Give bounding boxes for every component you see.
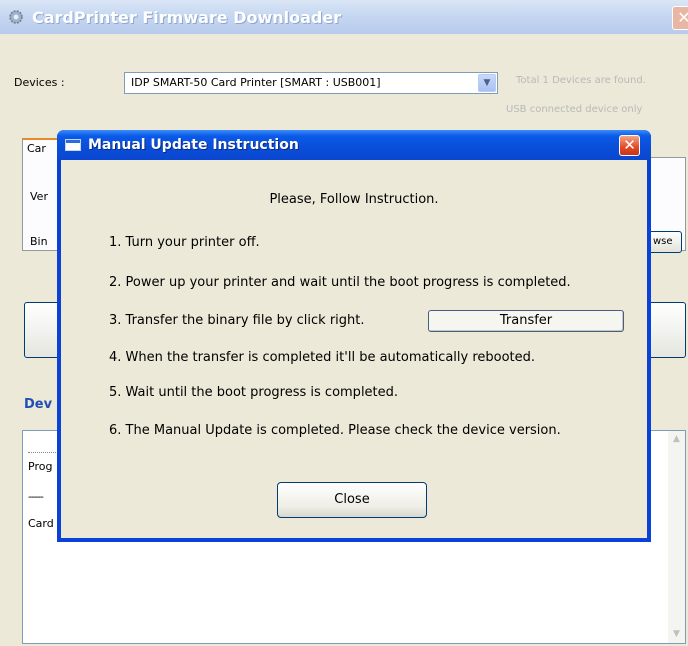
main-titlebar: CardPrinter Firmware Downloader ✕	[0, 0, 688, 34]
instruction-step-4: 4. When the transfer is completed it'll …	[109, 350, 536, 365]
instruction-heading: Please, Follow Instruction.	[269, 192, 439, 207]
instruction-step-3: 3. Transfer the binary file by click rig…	[109, 313, 365, 328]
device-count-text: Total 1 Devices are found.	[516, 75, 646, 86]
transfer-button[interactable]: Transfer	[428, 310, 624, 332]
binary-label: Bin	[30, 235, 48, 248]
gear-icon	[9, 10, 23, 24]
device-select-value: IDP SMART-50 Card Printer [SMART : USB00…	[131, 76, 381, 89]
version-label: Ver	[30, 190, 48, 203]
chevron-down-icon[interactable]: ▼	[478, 74, 496, 92]
instruction-step-1: 1. Turn your printer off.	[109, 235, 260, 250]
main-close-button[interactable]: ✕	[672, 6, 688, 30]
instruction-step-5: 5. Wait until the boot progress is compl…	[109, 385, 399, 400]
device-group-label: Dev	[24, 397, 53, 412]
browse-button[interactable]: wse	[648, 231, 682, 253]
instruction-step-6: 6. The Manual Update is completed. Pleas…	[109, 423, 561, 438]
dialog-title: Manual Update Instruction	[88, 137, 299, 153]
tab-card[interactable]: Car	[22, 138, 62, 158]
devices-label: Devices :	[14, 76, 65, 89]
main-window-title: CardPrinter Firmware Downloader	[32, 8, 342, 27]
log-scrollbar[interactable]: ▲ ▼	[668, 431, 685, 643]
log-line: -----	[28, 490, 44, 503]
log-line: Prog	[28, 460, 53, 473]
arrow-down-icon[interactable]: ▼	[668, 626, 685, 643]
dialog-close-button[interactable]: ✕	[619, 135, 640, 156]
dialog-body: Please, Follow Instruction. 1. Turn your…	[61, 160, 647, 538]
window-icon	[65, 139, 81, 151]
log-line: Card	[28, 517, 54, 530]
close-button[interactable]: Close	[277, 482, 427, 518]
device-select[interactable]: IDP SMART-50 Card Printer [SMART : USB00…	[124, 72, 498, 94]
arrow-up-icon[interactable]: ▲	[668, 431, 685, 448]
dialog-titlebar: Manual Update Instruction ✕	[57, 130, 651, 160]
instruction-step-2: 2. Power up your printer and wait until …	[109, 275, 571, 290]
manual-update-dialog: Manual Update Instruction ✕ Please, Foll…	[57, 130, 651, 542]
usb-note: USB connected device only	[506, 104, 643, 115]
